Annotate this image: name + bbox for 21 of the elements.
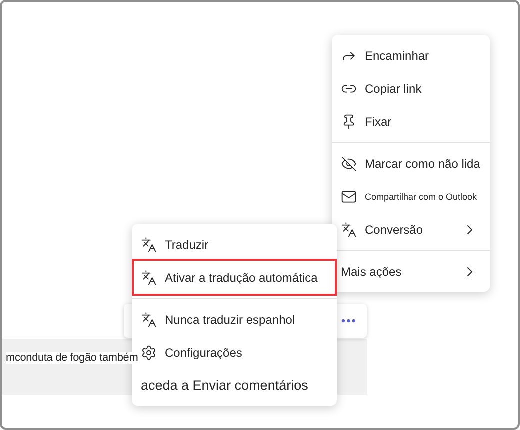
menu-item[interactable]: Mais ações: [334, 255, 488, 288]
menu-item[interactable]: Ativar a tradução automática: [134, 261, 335, 294]
message-text: mconduta de fogão também: [6, 352, 138, 364]
menu-item[interactable]: Copiar link: [334, 72, 488, 105]
translate-icon: [141, 236, 157, 252]
menu-item[interactable]: aceda a Enviar comentários: [134, 369, 335, 402]
translate-off-icon: [141, 312, 157, 328]
eye-off-icon: [341, 156, 357, 172]
settings-icon: [141, 344, 157, 360]
menu-item[interactable]: Encaminhar: [334, 39, 488, 72]
menu-item[interactable]: Compartilhar com o Outlook: [334, 180, 488, 213]
menu-item[interactable]: Nunca traduzir espanhol: [134, 303, 335, 336]
menu-item[interactable]: Marcar como não lida: [334, 147, 488, 180]
menu-item[interactable]: Fixar: [334, 105, 488, 138]
mail-icon: [341, 188, 357, 204]
menu-item[interactable]: Traduzir: [134, 228, 335, 261]
pin-icon: [341, 114, 357, 130]
translate-icon: [141, 270, 157, 286]
translate-icon: [341, 222, 357, 238]
more-options-button[interactable]: •••: [341, 314, 357, 328]
menu-item[interactable]: Conversão: [334, 213, 488, 246]
